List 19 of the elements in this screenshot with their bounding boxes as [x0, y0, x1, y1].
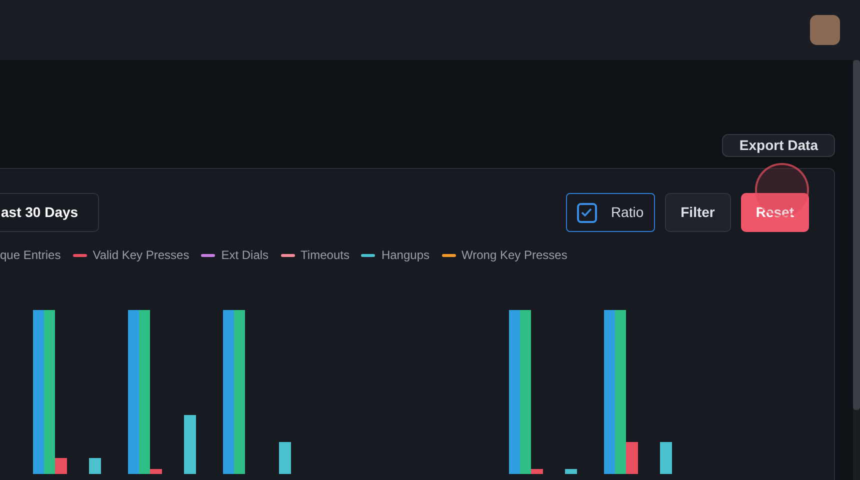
avatar-photo-placeholder[interactable] [810, 15, 840, 45]
bar [184, 415, 196, 474]
scrollbar-thumb[interactable] [853, 60, 860, 410]
bar [89, 458, 101, 474]
legend-label[interactable]: que Entries [0, 246, 61, 264]
checkbox[interactable] [576, 202, 597, 222]
check-icon [581, 208, 592, 217]
bar [660, 442, 672, 474]
ratio-toggle[interactable]: Ratio [566, 193, 655, 232]
bar [565, 469, 577, 474]
date-range-button[interactable]: ast 30 Days [0, 193, 100, 232]
legend-label[interactable]: Ext Dials [221, 246, 269, 264]
legend-label[interactable]: Timeouts [300, 246, 350, 264]
export-data-button[interactable]: Export Data [722, 134, 835, 157]
legend-label[interactable]: Valid Key Presses [92, 246, 190, 264]
bar [279, 442, 291, 474]
filter-button[interactable]: Filter [664, 193, 731, 232]
legend-label[interactable]: Wrong Key Presses [462, 246, 568, 264]
legend-label[interactable]: Hangups [381, 246, 430, 264]
